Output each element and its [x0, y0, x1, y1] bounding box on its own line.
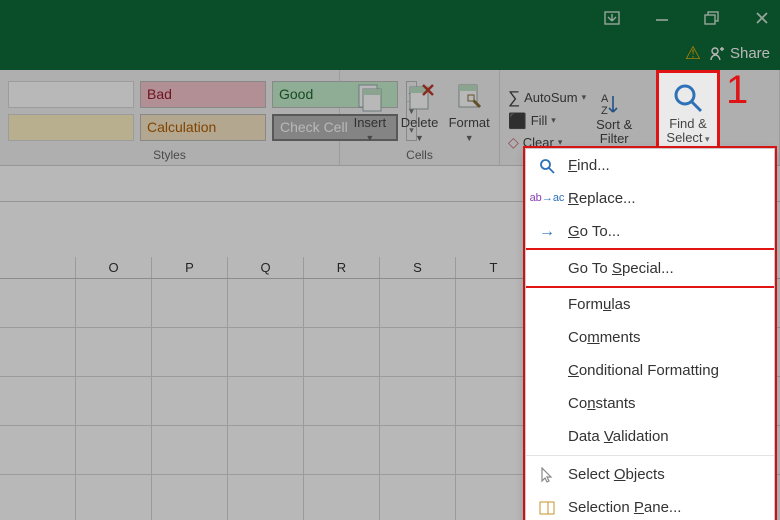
find-select-menu: Find... ab→ac Replace... → Go To... Go T…	[525, 148, 775, 520]
format-label: Format	[449, 116, 490, 130]
style-calculation[interactable]: Calculation	[140, 114, 266, 141]
dropdown-icon: ▾	[551, 115, 556, 126]
title-bar	[0, 0, 780, 36]
menu-goto-label: o To...	[580, 223, 621, 240]
dropdown-icon: ▼	[465, 133, 474, 143]
selection-pane-icon	[536, 501, 558, 515]
style-neutral[interactable]	[8, 114, 134, 141]
menu-find-label: ind...	[577, 157, 610, 174]
cells-group: Insert ▼ Delete ▼ Format ▼ Cells	[340, 70, 500, 165]
col-header[interactable]: R	[304, 257, 380, 278]
menu-data-validation[interactable]: Data Validation	[526, 420, 774, 453]
insert-label: Insert	[354, 116, 387, 130]
svg-text:A: A	[601, 93, 609, 105]
menu-constants[interactable]: Constants	[526, 387, 774, 420]
menu-special-label: pecial...	[622, 260, 674, 277]
dropdown-icon: ▾	[582, 92, 587, 103]
col-header[interactable]: O	[76, 257, 152, 278]
cells-caption: Cells	[340, 146, 499, 165]
app-root: ⚠ Share Bad Good Calculation Check	[0, 0, 780, 520]
delete-button[interactable]: Delete ▼	[398, 79, 442, 143]
close-button[interactable]	[750, 6, 774, 30]
dropdown-icon: ▼	[365, 133, 374, 143]
cursor-icon	[536, 467, 558, 483]
autosum-button[interactable]: ∑ AutoSum ▾	[508, 88, 586, 108]
annotation-1: 1	[726, 68, 748, 113]
style-bad[interactable]: Bad	[140, 81, 266, 108]
fill-button[interactable]: ⬛ Fill ▾	[508, 112, 586, 130]
find-select-button[interactable]: Find &Select ▾	[656, 70, 720, 156]
menu-goto-special[interactable]: Go To Special...	[526, 250, 774, 286]
share-label: Share	[730, 45, 770, 62]
svg-text:Z: Z	[601, 105, 608, 117]
col-header[interactable]: T	[456, 257, 532, 278]
warning-icon: ⚠	[685, 43, 701, 64]
col-header[interactable]: Q	[228, 257, 304, 278]
filter-label: Filter	[600, 132, 629, 146]
find-label: Find &	[669, 116, 707, 131]
dropdown-icon: ▾	[703, 134, 710, 144]
replace-icon: ab→ac	[536, 193, 558, 204]
menu-goto[interactable]: → Go To...	[526, 215, 774, 248]
menu-conditional-formatting[interactable]: Conditional Formatting	[526, 354, 774, 387]
menu-find[interactable]: Find...	[526, 149, 774, 182]
magnifier-icon	[671, 81, 705, 115]
col-header[interactable]	[0, 257, 76, 278]
share-button[interactable]: Share	[709, 45, 770, 62]
insert-button[interactable]: Insert ▼	[348, 79, 392, 143]
menu-comments[interactable]: Comments	[526, 321, 774, 354]
fill-label: Fill	[531, 113, 548, 128]
style-normal[interactable]	[8, 81, 134, 108]
sort-label: Sort &	[596, 118, 632, 132]
minimize-button[interactable]	[650, 6, 674, 30]
col-header[interactable]: P	[152, 257, 228, 278]
arrow-right-icon: →	[536, 223, 558, 241]
menu-formulas[interactable]: Formulas	[526, 288, 774, 321]
menu-replace-label: eplace...	[579, 190, 636, 207]
sigma-icon: ∑	[508, 88, 520, 108]
restore-button[interactable]	[700, 6, 724, 30]
sort-filter-button[interactable]: AZ Sort & Filter	[592, 90, 636, 147]
delete-label: Delete	[401, 116, 439, 130]
menu-replace[interactable]: ab→ac Replace...	[526, 182, 774, 215]
col-header[interactable]: S	[380, 257, 456, 278]
share-bar: ⚠ Share	[0, 36, 780, 70]
menu-selection-pane[interactable]: Selection Pane...	[526, 491, 774, 520]
styles-group: Bad Good Calculation Check Cell ▲ ▼ ▾ St…	[0, 70, 340, 165]
select-label: Select	[666, 130, 702, 145]
dropdown-icon: ▾	[558, 137, 563, 148]
magnifier-icon	[536, 158, 558, 174]
menu-separator	[526, 455, 774, 456]
fill-icon: ⬛	[508, 112, 527, 130]
dropdown-icon: ▼	[415, 133, 424, 143]
eraser-icon: ◇	[508, 134, 519, 151]
menu-select-objects[interactable]: Select Objects	[526, 458, 774, 491]
ribbon-display-options-icon[interactable]	[600, 6, 624, 30]
format-button[interactable]: Format ▼	[447, 79, 491, 143]
autosum-label: AutoSum	[524, 90, 577, 105]
styles-caption: Styles	[0, 146, 339, 165]
